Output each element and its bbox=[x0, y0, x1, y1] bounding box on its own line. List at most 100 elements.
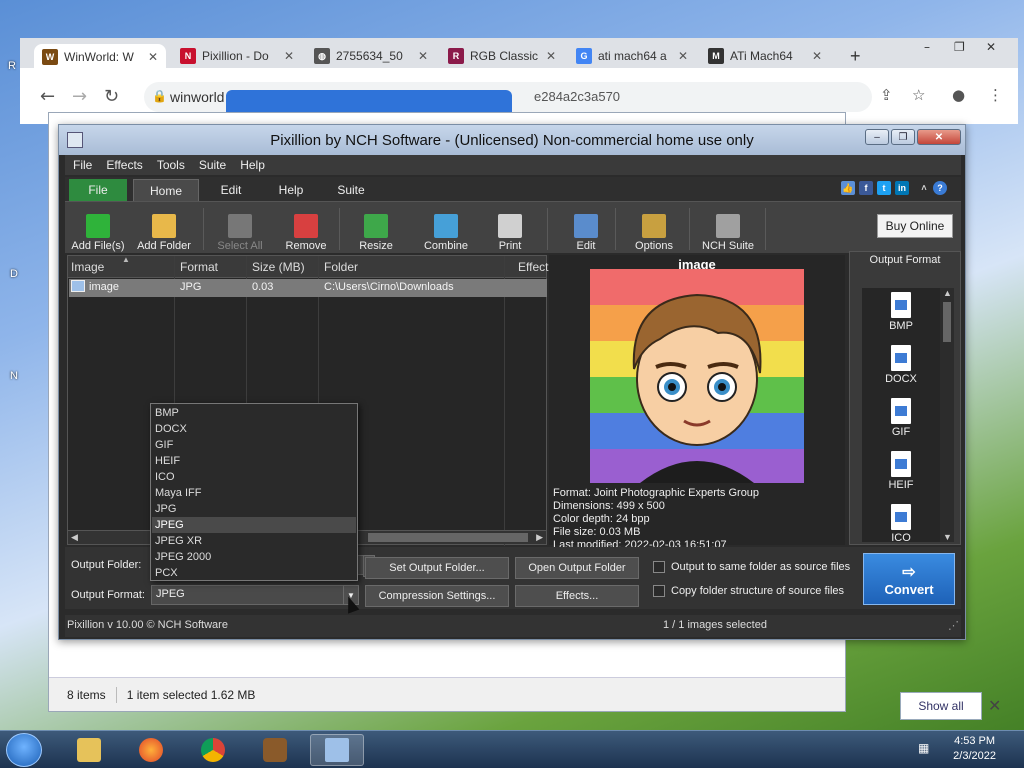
network-icon[interactable]: ▦ bbox=[918, 741, 929, 755]
dropdown-option[interactable]: HEIF bbox=[152, 453, 356, 469]
dropdown-option[interactable]: BMP bbox=[152, 405, 356, 421]
browser-tab[interactable]: Gati mach64 a ✕ bbox=[568, 44, 696, 68]
scroll-down-icon[interactable]: ▼ bbox=[943, 532, 952, 542]
tab-close-icon[interactable]: ✕ bbox=[812, 49, 822, 63]
taskbar-pixillion[interactable] bbox=[310, 734, 364, 766]
collapse-ribbon-icon[interactable]: ˄ bbox=[917, 181, 931, 195]
dropdown-option[interactable]: ICO bbox=[152, 469, 356, 485]
tab-close-icon[interactable]: ✕ bbox=[418, 49, 428, 63]
share-icon[interactable]: ⇪ bbox=[880, 86, 893, 104]
menu-dots-icon[interactable]: ⋮ bbox=[988, 86, 1003, 104]
dropdown-option[interactable]: JPEG XR bbox=[152, 533, 356, 549]
output-format-item[interactable]: GIF bbox=[862, 398, 940, 438]
menu-tools[interactable]: Tools bbox=[157, 158, 185, 172]
scroll-right-icon[interactable]: ▶ bbox=[536, 532, 543, 543]
toolbar-combine-button[interactable]: Combine bbox=[413, 206, 479, 252]
scroll-thumb[interactable] bbox=[943, 302, 951, 342]
toolbar-add-file-s-button[interactable]: Add File(s) bbox=[65, 206, 131, 252]
like-icon[interactable]: 👍 bbox=[841, 181, 855, 195]
convert-button[interactable]: ⇨ Convert bbox=[863, 553, 955, 605]
copy-structure-checkbox[interactable] bbox=[653, 585, 665, 597]
browser-tab[interactable]: R RGB Classic ✕ bbox=[440, 44, 564, 68]
toolbar-remove-button[interactable]: Remove bbox=[273, 206, 339, 252]
scroll-left-icon[interactable]: ◀ bbox=[71, 532, 78, 543]
ribbon-tab-file[interactable]: File bbox=[69, 179, 127, 201]
toolbar-resize-button[interactable]: Resize bbox=[343, 206, 409, 252]
bookmark-star-icon[interactable]: ☆ bbox=[912, 86, 925, 104]
ribbon-tab-home[interactable]: Home bbox=[133, 179, 199, 201]
toolbar-nch-suite-button[interactable]: NCH Suite bbox=[695, 206, 761, 252]
reload-icon[interactable]: ↻ bbox=[104, 86, 119, 107]
toolbar-edit-button[interactable]: Edit bbox=[553, 206, 619, 252]
ribbon-tab-edit[interactable]: Edit bbox=[211, 179, 251, 201]
twitter-icon[interactable]: t bbox=[877, 181, 891, 195]
toolbar-options-button[interactable]: Options bbox=[621, 206, 687, 252]
ribbon-tab-help[interactable]: Help bbox=[271, 179, 311, 201]
ribbon-tab-suite[interactable]: Suite bbox=[329, 179, 373, 201]
set-output-folder-button[interactable]: Set Output Folder... bbox=[365, 557, 509, 579]
dropdown-option[interactable]: JPEG 2000 bbox=[152, 549, 356, 565]
tab-close-icon[interactable]: ✕ bbox=[678, 49, 688, 63]
facebook-icon[interactable]: f bbox=[859, 181, 873, 195]
dropdown-option[interactable]: PCX bbox=[152, 565, 356, 581]
new-tab-button[interactable]: + bbox=[842, 44, 869, 68]
column-image[interactable]: Image bbox=[71, 260, 104, 274]
browser-tab[interactable]: ◍ 2755634_50 ✕ bbox=[306, 44, 436, 68]
menu-effects[interactable]: Effects bbox=[106, 158, 142, 172]
browser-tab[interactable]: M ATi Mach64 ✕ bbox=[700, 44, 830, 68]
profile-icon[interactable]: ● bbox=[952, 86, 965, 104]
show-all-button[interactable]: Show all bbox=[900, 692, 982, 720]
column-format[interactable]: Format bbox=[180, 260, 218, 274]
taskbar-dosbox[interactable] bbox=[248, 734, 302, 766]
downloads-bar-close-icon[interactable]: ✕ bbox=[988, 696, 1001, 715]
dropdown-option[interactable]: DOCX bbox=[152, 421, 356, 437]
scroll-thumb[interactable] bbox=[368, 533, 528, 542]
tab-close-icon[interactable]: ✕ bbox=[546, 49, 556, 63]
scroll-up-icon[interactable]: ▲ bbox=[943, 288, 952, 298]
resize-grip-icon[interactable]: ⋰ bbox=[948, 619, 959, 632]
help-icon[interactable]: ? bbox=[933, 181, 947, 195]
back-icon[interactable]: ← bbox=[40, 86, 55, 107]
taskbar-firefox[interactable] bbox=[124, 734, 178, 766]
toolbar-select-all-button[interactable]: Select All bbox=[207, 206, 273, 252]
browser-close-button[interactable]: ✕ bbox=[986, 40, 996, 54]
maximize-button[interactable]: ❐ bbox=[891, 129, 915, 145]
linkedin-icon[interactable]: in bbox=[895, 181, 909, 195]
toolbar-print-button[interactable]: Print bbox=[477, 206, 543, 252]
browser-tab[interactable]: N Pixillion - Do ✕ bbox=[172, 44, 302, 68]
compression-settings-button[interactable]: Compression Settings... bbox=[365, 585, 509, 607]
buy-online-button[interactable]: Buy Online bbox=[877, 214, 953, 238]
open-output-folder-button[interactable]: Open Output Folder bbox=[515, 557, 639, 579]
minimize-button[interactable]: – bbox=[865, 129, 889, 145]
clock[interactable]: 4:53 PM 2/3/2022 bbox=[953, 734, 996, 764]
same-folder-checkbox[interactable] bbox=[653, 561, 665, 573]
taskbar-chrome[interactable] bbox=[186, 734, 240, 766]
tab-close-icon[interactable]: ✕ bbox=[148, 50, 158, 64]
output-format-item[interactable]: ICO bbox=[862, 504, 940, 544]
toolbar-add-folder-button[interactable]: Add Folder bbox=[131, 206, 197, 252]
forward-icon[interactable]: → bbox=[72, 86, 87, 107]
dropdown-option[interactable]: GIF bbox=[152, 437, 356, 453]
menu-suite[interactable]: Suite bbox=[199, 158, 226, 172]
output-format-item[interactable]: HEIF bbox=[862, 451, 940, 491]
browser-tab[interactable]: W WinWorld: W ✕ bbox=[34, 44, 166, 70]
menu-file[interactable]: File bbox=[73, 158, 92, 172]
output-format-item[interactable]: DOCX bbox=[862, 345, 940, 385]
output-format-item[interactable]: BMP bbox=[862, 292, 940, 332]
column-folder[interactable]: Folder bbox=[324, 260, 358, 274]
dropdown-option[interactable]: Maya IFF bbox=[152, 485, 356, 501]
taskbar-explorer[interactable] bbox=[62, 734, 116, 766]
start-button[interactable] bbox=[6, 733, 42, 767]
output-format-select[interactable]: JPEG bbox=[151, 585, 357, 605]
browser-maximize-button[interactable]: ❐ bbox=[954, 40, 965, 54]
vertical-scrollbar[interactable]: ▲ ▼ bbox=[940, 288, 954, 542]
tab-close-icon[interactable]: ✕ bbox=[284, 49, 294, 63]
dropdown-option[interactable]: JPG bbox=[152, 501, 356, 517]
column-size[interactable]: Size (MB) bbox=[252, 260, 305, 274]
browser-minimize-button[interactable]: – bbox=[924, 40, 930, 54]
table-row[interactable]: image JPG 0.03 C:\Users\Cirno\Downloads bbox=[69, 279, 547, 297]
effects-button[interactable]: Effects... bbox=[515, 585, 639, 607]
column-effect[interactable]: Effect bbox=[518, 260, 548, 274]
menu-help[interactable]: Help bbox=[240, 158, 265, 172]
dropdown-option[interactable]: JPEG bbox=[152, 517, 356, 533]
